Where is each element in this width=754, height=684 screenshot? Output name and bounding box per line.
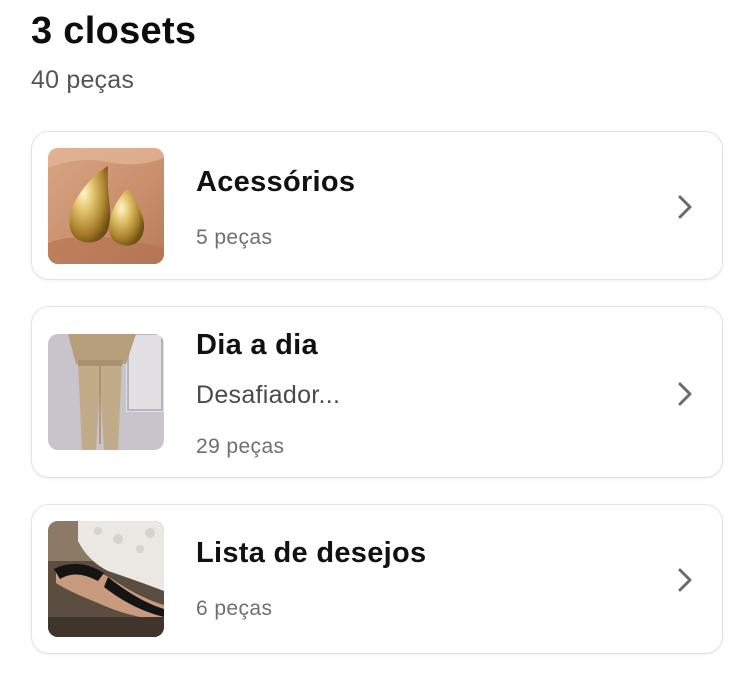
- chevron-right-icon: [676, 194, 694, 220]
- closet-piece-count: 5 peças: [196, 226, 273, 249]
- chevron-right-icon: [676, 381, 694, 407]
- closet-piece-count: 6 peças: [196, 597, 273, 620]
- closet-name: Acessórios: [196, 166, 356, 198]
- black-sandals-photo: [48, 521, 164, 637]
- closet-thumbnail: [48, 334, 164, 450]
- closet-name: Lista de desejos: [196, 537, 427, 569]
- total-pieces-count: 40 peças: [31, 66, 135, 94]
- closet-card-lista-de-desejos[interactable]: Lista de desejos 6 peças: [31, 504, 723, 654]
- closet-card-dia-a-dia[interactable]: Dia a dia Desafiador... 29 peças: [31, 306, 723, 478]
- closet-name: Dia a dia: [196, 329, 318, 361]
- closet-piece-count: 29 peças: [196, 435, 285, 458]
- gold-earrings-photo: [48, 148, 164, 264]
- chevron-right-icon: [676, 567, 694, 593]
- closet-description: Desafiador...: [196, 381, 341, 409]
- closet-card-acessorios[interactable]: Acessórios 5 peças: [31, 131, 723, 280]
- closet-thumbnail: [48, 521, 164, 637]
- beige-suit-photo: [48, 334, 164, 450]
- closets-page: 3 closets 40 peças Acessórios 5 peças Di…: [0, 0, 754, 684]
- closet-thumbnail: [48, 148, 164, 264]
- page-title: 3 closets: [31, 10, 197, 52]
